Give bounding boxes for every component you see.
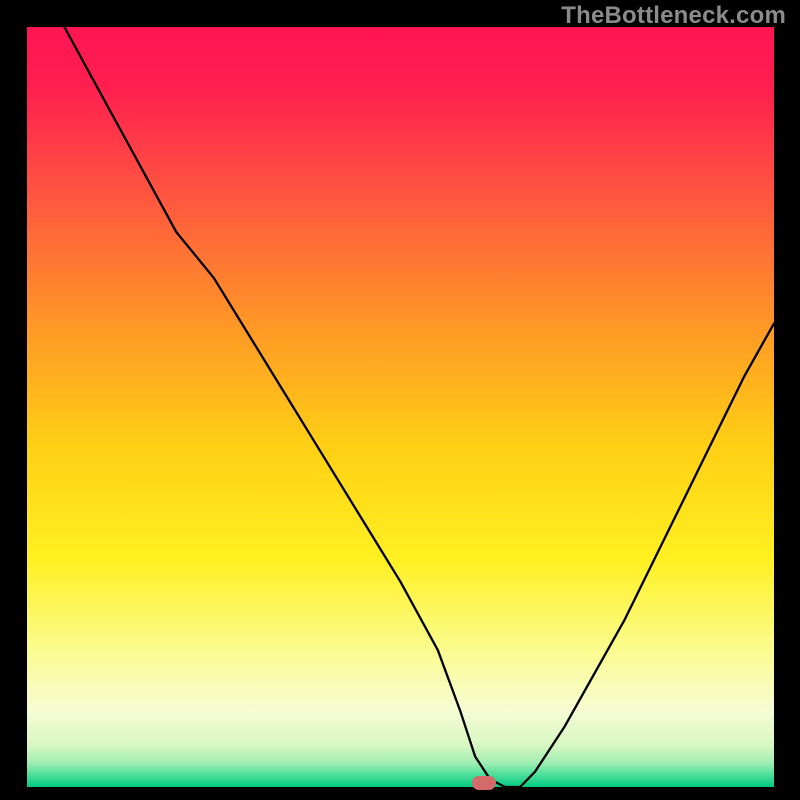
watermark-text: TheBottleneck.com <box>561 2 786 30</box>
plot-area <box>27 27 774 787</box>
chart-frame: TheBottleneck.com <box>0 0 800 800</box>
gradient-background <box>27 27 774 787</box>
bottleneck-curve <box>27 27 774 787</box>
optimal-marker <box>472 776 496 790</box>
